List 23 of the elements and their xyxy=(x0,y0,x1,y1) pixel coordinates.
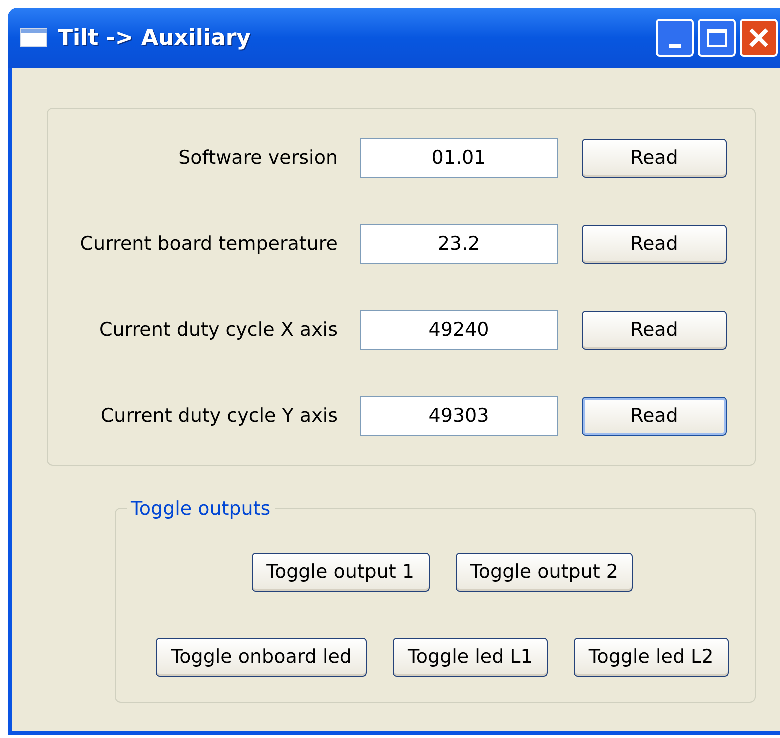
push-button[interactable]: Read xyxy=(582,138,727,178)
value-field[interactable]: 49240 xyxy=(360,310,558,350)
window-title: Tilt -> Auxiliary xyxy=(58,24,252,52)
value-field[interactable]: 01.01 xyxy=(360,138,558,178)
push-button[interactable]: Read xyxy=(582,224,727,264)
push-button[interactable]: Toggle onboard led xyxy=(156,638,367,677)
push-button[interactable]: Toggle output 2 xyxy=(456,553,634,592)
field-label: Software version xyxy=(178,146,338,171)
push-button[interactable]: Toggle output 1 xyxy=(252,553,430,592)
minimize-button[interactable] xyxy=(656,19,694,57)
window-icon xyxy=(20,28,48,48)
value-field[interactable]: 23.2 xyxy=(360,224,558,264)
field-label: Current board temperature xyxy=(79,232,338,257)
value-field[interactable]: 49303 xyxy=(360,396,558,436)
push-button[interactable]: Toggle led L2 xyxy=(574,638,729,677)
field-label: Current duty cycle Y axis xyxy=(100,404,338,429)
close-icon xyxy=(748,27,770,49)
maximize-button[interactable] xyxy=(698,19,736,57)
push-button[interactable]: Toggle led L1 xyxy=(392,638,548,677)
push-button[interactable]: Read xyxy=(582,396,727,436)
close-button[interactable] xyxy=(740,19,778,57)
push-button[interactable]: Read xyxy=(582,310,727,350)
field-label: Current duty cycle X axis xyxy=(98,318,338,343)
